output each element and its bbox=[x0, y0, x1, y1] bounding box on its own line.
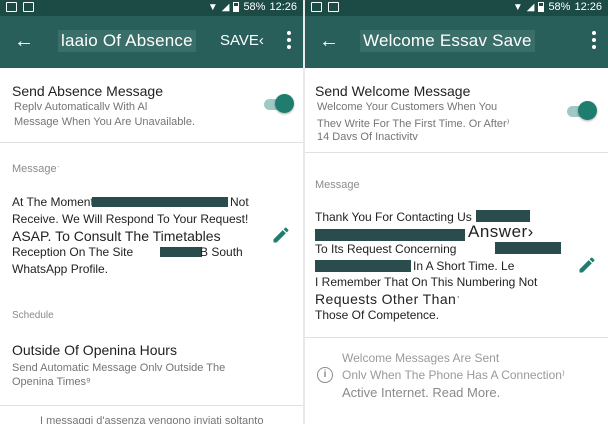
send-welcome-toggle[interactable] bbox=[563, 101, 597, 121]
redacted-text bbox=[315, 229, 465, 241]
mail-notification-icon bbox=[23, 2, 34, 12]
message-line: Receive. We Will Respond To Your Request… bbox=[12, 212, 249, 226]
status-bar: ▼ ◢ 58% 12:26 bbox=[0, 0, 303, 16]
schedule-section-label: Schedule bbox=[12, 310, 54, 321]
footer-note: I messaggi d'assenza vengono inviati sol… bbox=[40, 415, 264, 424]
message-line: ASAP. To Consult The Timetables bbox=[12, 228, 221, 244]
message-section-label: Messageˑ bbox=[12, 163, 60, 175]
message-line: In A Short Time. Le bbox=[413, 259, 515, 273]
battery-level: 58% bbox=[243, 1, 266, 13]
message-line: To Its Request Concerning bbox=[315, 242, 457, 256]
info-circle-icon: i bbox=[317, 367, 333, 383]
app-bar: ← laaio Of Absence SAVE‹ bbox=[0, 16, 303, 68]
mail-notification-icon bbox=[328, 2, 339, 12]
signal-icon: ◢ bbox=[526, 1, 535, 13]
status-bar: ▼ ◢ 58% 12:26 bbox=[305, 0, 608, 16]
message-line: Not bbox=[230, 195, 249, 209]
redacted-text bbox=[476, 210, 530, 222]
schedule-desc-line1: Send Automatic Message Onlv Outside The bbox=[12, 362, 226, 374]
message-line: I Remember That On This Numbering Not bbox=[315, 275, 538, 289]
divider bbox=[305, 152, 608, 153]
message-line: WhatsApp Profile. bbox=[12, 262, 109, 276]
page-title: laaio Of Absence bbox=[58, 30, 196, 52]
send-welcome-title: Send Welcome Message bbox=[315, 83, 471, 99]
send-absence-toggle[interactable] bbox=[260, 94, 294, 114]
redacted-text bbox=[92, 197, 228, 207]
page-title: Welcome Essav Save bbox=[360, 30, 535, 52]
app-bar: ← Welcome Essav Save bbox=[305, 16, 608, 68]
image-notification-icon bbox=[6, 2, 17, 12]
message-line: Requests Other Thanˑ bbox=[315, 291, 461, 307]
info-line3: Active Internet. Read More. bbox=[342, 385, 501, 400]
save-button[interactable]: SAVE‹ bbox=[220, 32, 264, 50]
arrow-left-icon[interactable]: ← bbox=[14, 30, 34, 52]
divider bbox=[0, 405, 303, 406]
redacted-text bbox=[160, 247, 202, 257]
wifi-icon: ▼ bbox=[207, 1, 218, 13]
message-line: Reception On The Site bbox=[12, 245, 134, 259]
send-welcome-desc-line1: Welcome Your Customers When You bbox=[317, 101, 498, 113]
clock: 12:26 bbox=[269, 1, 297, 13]
wifi-icon: ▼ bbox=[512, 1, 523, 13]
send-absence-desc-line1: Replv Automaticallv With Al bbox=[14, 101, 148, 113]
arrow-left-icon[interactable]: ← bbox=[319, 30, 339, 52]
send-welcome-desc-line2: Thev Write For The First Time. Or After⁾ bbox=[317, 118, 510, 130]
pencil-icon[interactable] bbox=[271, 225, 291, 245]
divider bbox=[305, 337, 608, 338]
redacted-text bbox=[315, 260, 411, 272]
schedule-title: Outside Of Openina Hours bbox=[12, 342, 177, 358]
message-line: Thank You For Contacting Us bbox=[315, 210, 472, 224]
clock: 12:26 bbox=[574, 1, 602, 13]
more-vert-icon[interactable] bbox=[287, 31, 291, 51]
battery-icon bbox=[538, 2, 545, 12]
message-line: Those Of Competence. bbox=[315, 308, 440, 322]
redacted-text bbox=[495, 242, 561, 254]
image-notification-icon bbox=[311, 2, 322, 12]
battery-icon bbox=[233, 2, 240, 12]
info-line1: Welcome Messages Are Sent bbox=[342, 351, 500, 365]
more-vert-icon[interactable] bbox=[592, 31, 596, 51]
message-section-label: Message bbox=[315, 179, 360, 191]
send-absence-desc-line2: Message When You Are Unavailable. bbox=[14, 116, 196, 128]
right-screen: ▼ ◢ 58% 12:26 ← Welcome Essav Save Send … bbox=[305, 0, 608, 424]
pencil-icon[interactable] bbox=[577, 255, 597, 275]
send-absence-title: Send Absence Message bbox=[12, 83, 163, 99]
send-welcome-desc-line3: 14 Davs Of Inactivitv bbox=[317, 131, 418, 143]
message-line: B South bbox=[200, 245, 243, 259]
message-line: At The Moment bbox=[12, 195, 94, 209]
message-line: Answer› bbox=[468, 222, 534, 241]
battery-level: 58% bbox=[548, 1, 571, 13]
schedule-desc-line2: Openina Times⁹ bbox=[12, 376, 91, 388]
signal-icon: ◢ bbox=[221, 1, 230, 13]
left-screen: ▼ ◢ 58% 12:26 ← laaio Of Absence SAVE‹ S… bbox=[0, 0, 303, 424]
info-line2: Onlv When The Phone Has A Connection⁾ bbox=[342, 368, 565, 382]
divider bbox=[0, 142, 303, 143]
